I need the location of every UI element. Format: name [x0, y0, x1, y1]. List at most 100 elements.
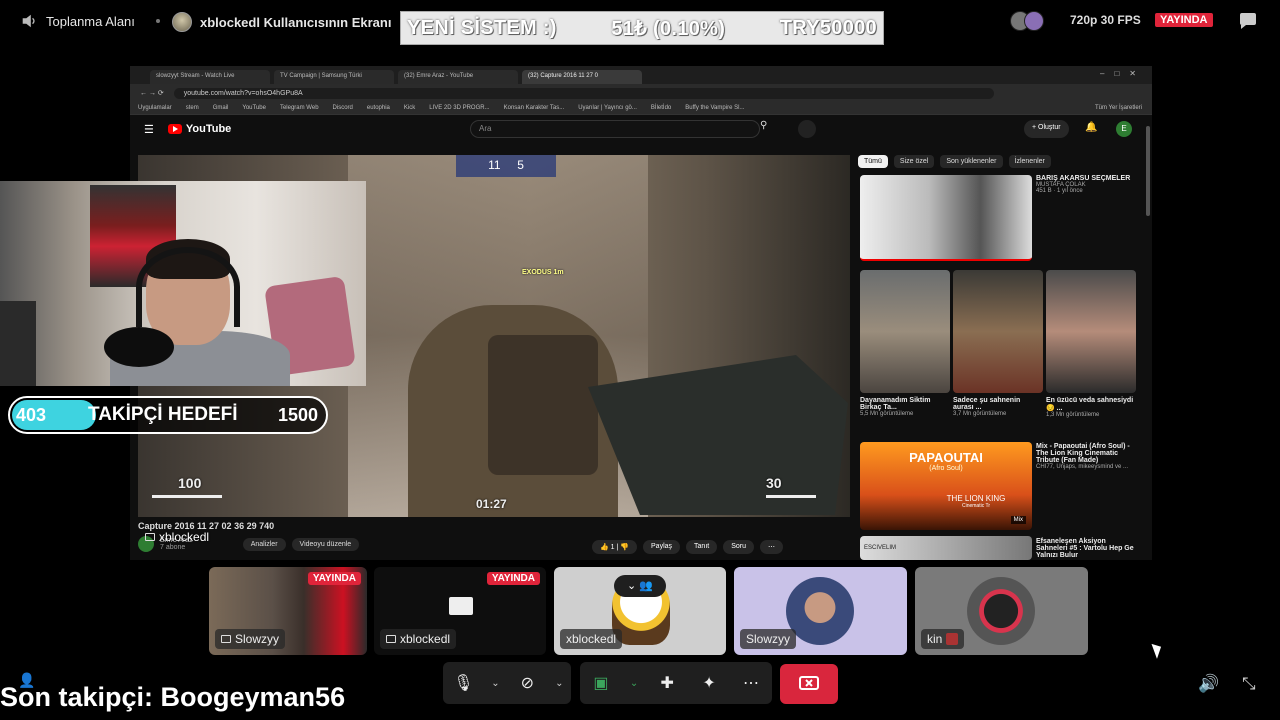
screen-share-owner: xblockedl [159, 530, 210, 544]
viewer-avatar [1024, 11, 1044, 31]
scrollbar[interactable] [1146, 126, 1150, 216]
leave-call-button[interactable] [780, 664, 838, 704]
url-field[interactable]: youtube.com/watch?v=ohsO4hGPu8A [173, 87, 994, 99]
participant-tile[interactable]: kin [915, 567, 1088, 655]
bookmark[interactable]: Bİletİdo [651, 105, 671, 111]
viewer-avatars[interactable] [1010, 11, 1044, 31]
bookmark[interactable]: Uyarılar | Yayıncı gö... [578, 105, 637, 111]
create-button[interactable]: + Oluştur [1024, 120, 1069, 138]
rec-item[interactable]: BARIŞ AKARSU SEÇMELER MUSTAFA ÇOLAK 451 … [1036, 175, 1136, 194]
volume-icon[interactable]: 🔊 [1198, 674, 1219, 694]
browser-tab-active[interactable]: (32) Capture 2016 11 27 0 [522, 70, 642, 84]
window-controls[interactable]: –□✕ [1100, 69, 1146, 78]
browser-tab[interactable]: (32) Emre Araz - YouTube [398, 70, 518, 84]
youtube-logo[interactable]: YouTube [167, 123, 231, 135]
like-button[interactable]: 👍 1 | 👎 [592, 540, 638, 554]
add-user-icon[interactable]: 👤 [18, 672, 35, 689]
analytics-button[interactable]: Analizler [242, 537, 286, 551]
rec-item[interactable]: Dayanamadım Siktim Birkaç Ta... 5,5 Mn g… [860, 397, 948, 417]
bookmark[interactable]: Kick [404, 105, 415, 111]
rec-title: Efsaneleşen Aksiyon Sahneleri #5 : Varto… [1036, 538, 1134, 559]
watch-stream-button[interactable]: ⌄ 👥 [614, 575, 666, 597]
participant-name: Slowzyy [235, 632, 280, 646]
rec-item[interactable]: Sadece şu sahnenin aurası ... 3,7 Mn gör… [953, 397, 1041, 417]
bookmark[interactable]: Tüm Yer İşaretleri [1095, 105, 1142, 111]
microphone-icon[interactable] [798, 120, 816, 138]
camera-options-chevron-icon[interactable]: ⌄ [555, 678, 563, 689]
hud-health-bar [152, 495, 222, 498]
stream-quality: 720p 30 FPS [1070, 13, 1141, 27]
search-icon[interactable]: ⚲ [760, 120, 782, 138]
soundboard-icon[interactable]: ✦ [696, 673, 722, 693]
browser-tab[interactable]: TV Campaign | Samsung Türki [274, 70, 394, 84]
bookmark[interactable]: YouTube [242, 105, 266, 111]
screen-share-label: xblockedl [145, 530, 209, 544]
browser-tab[interactable]: slowzyyt Stream - Watch Live [150, 70, 270, 84]
voice-channel[interactable]: Toplanma Alanı [20, 12, 135, 30]
screen-share-icon [449, 597, 473, 615]
rec-meta: 5,5 Mn görüntüleme [860, 411, 914, 417]
participant-tile[interactable]: YAYINDA xblockedl [374, 567, 546, 655]
youtube-search-input[interactable]: Ara [470, 120, 760, 138]
rec-title: BARIŞ AKARSU SEÇMELER [1036, 175, 1131, 182]
nav-arrows-icon[interactable]: ← → ⟳ [140, 89, 164, 97]
monitor-icon [145, 533, 155, 541]
bookmark[interactable]: eutophia [367, 105, 390, 111]
bookmark[interactable]: stem [186, 105, 199, 111]
chip-for-you[interactable]: Size özel [893, 155, 935, 168]
screen-share-active-icon[interactable]: ▣ [588, 673, 614, 693]
mic-options-chevron-icon[interactable]: ⌄ [491, 678, 499, 689]
voice-channel-name: Toplanma Alanı [46, 13, 135, 29]
edit-video-button[interactable]: Videoyu düzenle [291, 537, 360, 551]
more-options-icon[interactable]: ⋯ [738, 673, 764, 693]
share-button[interactable]: Paylaş [643, 540, 681, 554]
participant-tile[interactable]: YAYINDA Slowzyy [209, 567, 367, 655]
hud-scoreboard: 11 5 [456, 155, 556, 177]
bookmark[interactable]: Konsan Karakter Tas... [504, 105, 565, 111]
rec-thumbnail[interactable] [860, 270, 950, 393]
cam-shelf [0, 301, 36, 386]
bookmark[interactable]: Discord [333, 105, 353, 111]
rec-thumbnail[interactable]: ESCIVELIM [860, 536, 1032, 560]
chip-watched[interactable]: İzlenenler [1008, 155, 1051, 168]
account-avatar[interactable]: E [1116, 121, 1132, 137]
rec-title: Mix - Papaoutai (Afro Soul) - The Lion K… [1036, 443, 1130, 464]
bookmark[interactable]: Buffy the Vampire Sl... [685, 105, 744, 111]
chip-recent[interactable]: Son yüklenenler [940, 155, 1003, 168]
bookmark[interactable]: LIVE 2D 3D PROGR... [429, 105, 489, 111]
rec-thumbnail[interactable] [1046, 270, 1136, 393]
disconnect-icon [799, 676, 819, 690]
participant-tile[interactable]: ⌄ 👥 xblockedl [554, 567, 726, 655]
rec-item[interactable]: Mix - Papaoutai (Afro Soul) - The Lion K… [1036, 443, 1136, 470]
bookmark[interactable]: Telegram Web [280, 105, 319, 111]
rec-thumb-subtitle: (Afro Soul) [929, 465, 963, 472]
hud-enemy-tag: EXODUS 1m [522, 269, 564, 276]
rec-thumbnail[interactable] [953, 270, 1043, 393]
ask-button[interactable]: Soru [723, 540, 755, 554]
bookmark[interactable]: Gmail [213, 105, 229, 111]
monitor-icon [386, 635, 396, 643]
camera-off-icon[interactable]: ⊘ [514, 673, 540, 693]
chip-all[interactable]: Tümü [858, 155, 888, 168]
speaker-icon [22, 14, 35, 28]
participant-tile[interactable]: Slowzyy [734, 567, 907, 655]
rec-item[interactable]: En üzücü veda sahnesiydi 😔 ... 1,3 Mn gö… [1046, 397, 1134, 418]
goal-current: 403 [16, 404, 47, 425]
rec-thumbnail[interactable]: PAPAOUTAI (Afro Soul) THE LION KING Cine… [860, 442, 1032, 530]
bookmark[interactable]: Uygulamalar [138, 105, 172, 111]
rec-item[interactable]: Efsaneleşen Aksiyon Sahneleri #5 : Varto… [1036, 538, 1136, 559]
rec-thumbnail[interactable] [860, 175, 1032, 261]
microphone-icon[interactable]: 🎙 [450, 673, 476, 693]
participant-name: xblockedl [400, 632, 451, 646]
activities-icon[interactable]: ✚ [654, 673, 680, 693]
promote-button[interactable]: Tanıt [686, 540, 718, 554]
chat-icon[interactable] [1238, 12, 1258, 30]
share-options-chevron-icon[interactable]: ⌄ [630, 678, 638, 689]
more-icon[interactable]: ⋯ [760, 540, 784, 554]
bell-icon[interactable]: 🔔 [1085, 122, 1097, 133]
hud-health: 100 [178, 475, 202, 491]
hud-score-right: 5 [517, 158, 524, 172]
hamburger-icon[interactable]: ☰ [144, 123, 154, 136]
exit-fullscreen-icon[interactable]: ⤡ [1242, 674, 1256, 694]
webcam-overlay [0, 181, 366, 386]
